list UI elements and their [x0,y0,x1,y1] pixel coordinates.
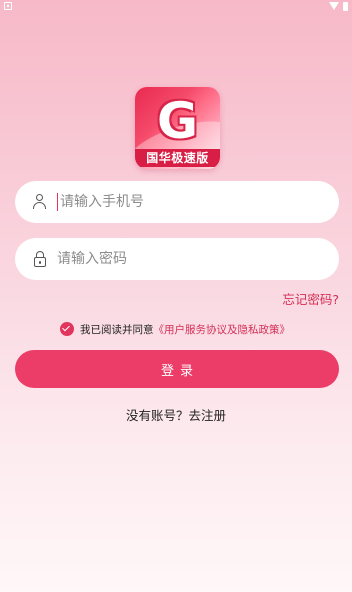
password-field[interactable] [15,238,339,280]
agreement-text: 我已阅读并同意 [80,323,154,336]
notification-icon [4,2,12,10]
agreement-checkbox[interactable] [60,322,74,336]
register-link[interactable]: 没有账号？去注册 [0,405,352,424]
status-right [329,1,348,11]
agreement-row: 我已阅读并同意 《用户服务协议及隐私政策》 [60,320,290,338]
app-logo: G 国华极速版 [135,87,220,169]
password-input[interactable] [57,244,339,274]
status-bar [0,0,352,14]
lock-icon [29,248,51,270]
battery-icon [343,1,348,11]
user-icon [29,191,51,213]
login-button[interactable]: 登录 [15,350,339,388]
phone-input[interactable] [60,187,339,217]
phone-field[interactable] [15,181,339,223]
forgot-password-link[interactable]: 忘记密码? [282,289,339,308]
logo-caption: 国华极速版 [135,149,220,167]
agreement-link[interactable]: 《用户服务协议及隐私政策》 [154,322,291,337]
wifi-icon [329,2,339,10]
logo-letter: G [156,92,199,150]
text-cursor [57,193,58,211]
